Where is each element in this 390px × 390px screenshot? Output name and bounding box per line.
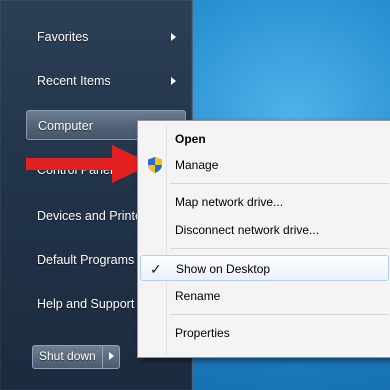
start-item-label: Help and Support xyxy=(37,297,135,311)
context-item-label: Manage xyxy=(175,158,219,172)
menu-separator xyxy=(170,183,389,184)
context-menu: Open Manage Map network drive... Disconn… xyxy=(137,120,390,358)
context-item-label: Open xyxy=(175,132,206,146)
context-item-manage[interactable]: Manage xyxy=(140,152,389,178)
context-item-show-on-desktop[interactable]: ✓ Show on Desktop xyxy=(140,255,389,281)
submenu-arrow-icon xyxy=(171,33,176,41)
red-arrow-shape xyxy=(26,145,152,183)
start-item-label: Favorites xyxy=(37,30,89,44)
start-item-favorites[interactable]: Favorites xyxy=(26,22,186,52)
start-item-label: Recent Items xyxy=(37,74,111,88)
context-item-label: Map network drive... xyxy=(175,195,284,209)
context-item-label: Rename xyxy=(175,289,221,303)
context-item-map-network-drive[interactable]: Map network drive... xyxy=(140,189,389,215)
context-item-disconnect-network-drive[interactable]: Disconnect network drive... xyxy=(140,217,389,243)
shutdown-control: Shut down xyxy=(32,345,120,369)
menu-separator xyxy=(170,248,389,249)
uac-shield-icon xyxy=(148,157,162,173)
start-item-recent-items[interactable]: Recent Items xyxy=(26,66,186,96)
start-item-label: Devices and Printers xyxy=(37,209,153,223)
submenu-arrow-icon xyxy=(171,77,176,85)
red-annotation-arrow xyxy=(26,145,152,183)
menu-separator xyxy=(170,314,389,315)
context-item-label: Show on Desktop xyxy=(176,262,271,276)
checkmark-icon: ✓ xyxy=(150,261,162,277)
context-item-label: Disconnect network drive... xyxy=(175,223,320,237)
context-item-rename[interactable]: Rename xyxy=(140,283,389,309)
context-item-properties[interactable]: Properties xyxy=(140,320,389,346)
start-item-label: Default Programs xyxy=(37,253,135,267)
shutdown-button[interactable]: Shut down xyxy=(33,346,103,368)
start-item-label: Computer xyxy=(38,119,93,133)
shutdown-options-arrow-icon[interactable] xyxy=(103,346,119,368)
context-item-open[interactable]: Open xyxy=(140,126,389,152)
context-item-label: Properties xyxy=(175,326,230,340)
